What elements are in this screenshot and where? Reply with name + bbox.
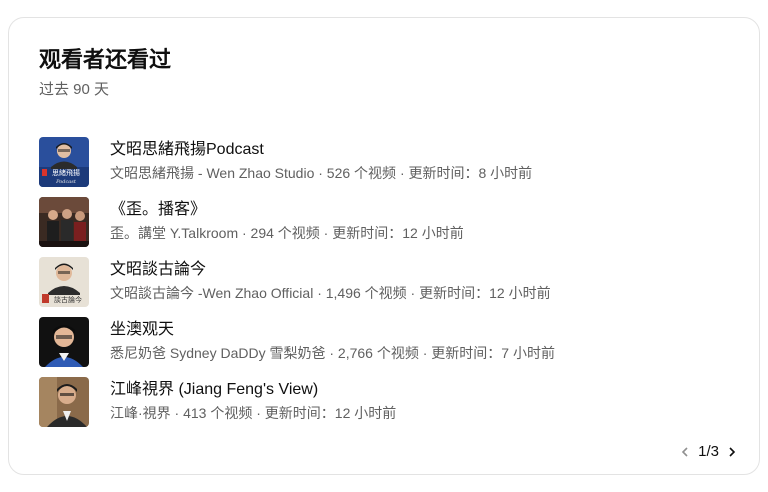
channel-title[interactable]: 文昭思緒飛揚Podcast	[110, 139, 264, 161]
avatar-image-jiang-feng	[39, 377, 89, 427]
channel-list: 思緒飛揚 Podcast 文昭思緒飛揚Podcast 文昭思緒飛揚 - Wen …	[39, 136, 739, 436]
avatar-logo-text: 思緒飛揚	[52, 168, 80, 177]
channel-avatar[interactable]: 思緒飛揚 Podcast	[39, 137, 89, 187]
channel-meta: 悉尼奶爸 Sydney DaDDy 雪梨奶爸 · 2,766 个视频 · 更新时…	[110, 345, 555, 361]
channel-meta: 江峰·視界 · 413 个视频 · 更新时间：12 小时前	[110, 405, 397, 421]
channel-avatar[interactable]	[39, 197, 89, 247]
channel-title[interactable]: 坐澳观天	[110, 319, 174, 341]
pagination: 1/3	[676, 440, 741, 464]
channel-item-wenzhao-official[interactable]: 談古論今 文昭談古論今 文昭談古論今 -Wen Zhao Official · …	[39, 256, 739, 307]
avatar-image-sydney-daddy	[39, 317, 89, 367]
card-title: 观看者还看过	[39, 47, 172, 72]
avatar-image-y-talkroom	[39, 197, 89, 247]
avatar-logo-text: 談古論今	[54, 295, 82, 304]
card-subtitle: 过去 90 天	[39, 81, 110, 98]
page-indicator: 1/3	[698, 443, 719, 460]
avatar-image-wenzhao-podcast: 思緒飛揚 Podcast	[39, 137, 89, 187]
channel-item-jiang-feng[interactable]: 江峰視界 (Jiang Feng's View) 江峰·視界 · 413 个视频…	[39, 376, 739, 427]
avatar-image-wenzhao-official: 談古論今	[39, 257, 89, 307]
avatar-logo-subtext: Podcast	[55, 179, 77, 185]
channel-meta: 文昭思緒飛揚 - Wen Zhao Studio · 526 个视频 · 更新时…	[110, 165, 533, 181]
chevron-left-icon	[682, 447, 688, 457]
channel-meta: 歪。講堂 Y.Talkroom · 294 个视频 · 更新时间：12 小时前	[110, 225, 464, 241]
channel-avatar[interactable]	[39, 377, 89, 427]
prev-page-button[interactable]	[676, 440, 694, 464]
channel-meta: 文昭談古論今 -Wen Zhao Official · 1,496 个视频 · …	[110, 285, 551, 301]
channel-item-sydney-daddy[interactable]: 坐澳观天 悉尼奶爸 Sydney DaDDy 雪梨奶爸 · 2,766 个视频 …	[39, 316, 739, 367]
channel-avatar[interactable]: 談古論今	[39, 257, 89, 307]
channel-avatar[interactable]	[39, 317, 89, 367]
channel-item-wenzhao-podcast[interactable]: 思緒飛揚 Podcast 文昭思緒飛揚Podcast 文昭思緒飛揚 - Wen …	[39, 136, 739, 187]
channel-title[interactable]: 江峰視界 (Jiang Feng's View)	[110, 379, 318, 401]
next-page-button[interactable]	[723, 440, 741, 464]
chevron-right-icon	[729, 447, 736, 457]
also-watched-card: 观看者还看过 过去 90 天 思緒飛揚 Podcast 文昭思緒飛揚Podcas…	[8, 17, 760, 475]
channel-item-y-talkroom[interactable]: 《歪。播客》 歪。講堂 Y.Talkroom · 294 个视频 · 更新时间：…	[39, 196, 739, 247]
channel-title[interactable]: 文昭談古論今	[110, 259, 206, 281]
channel-title[interactable]: 《歪。播客》	[110, 199, 206, 221]
